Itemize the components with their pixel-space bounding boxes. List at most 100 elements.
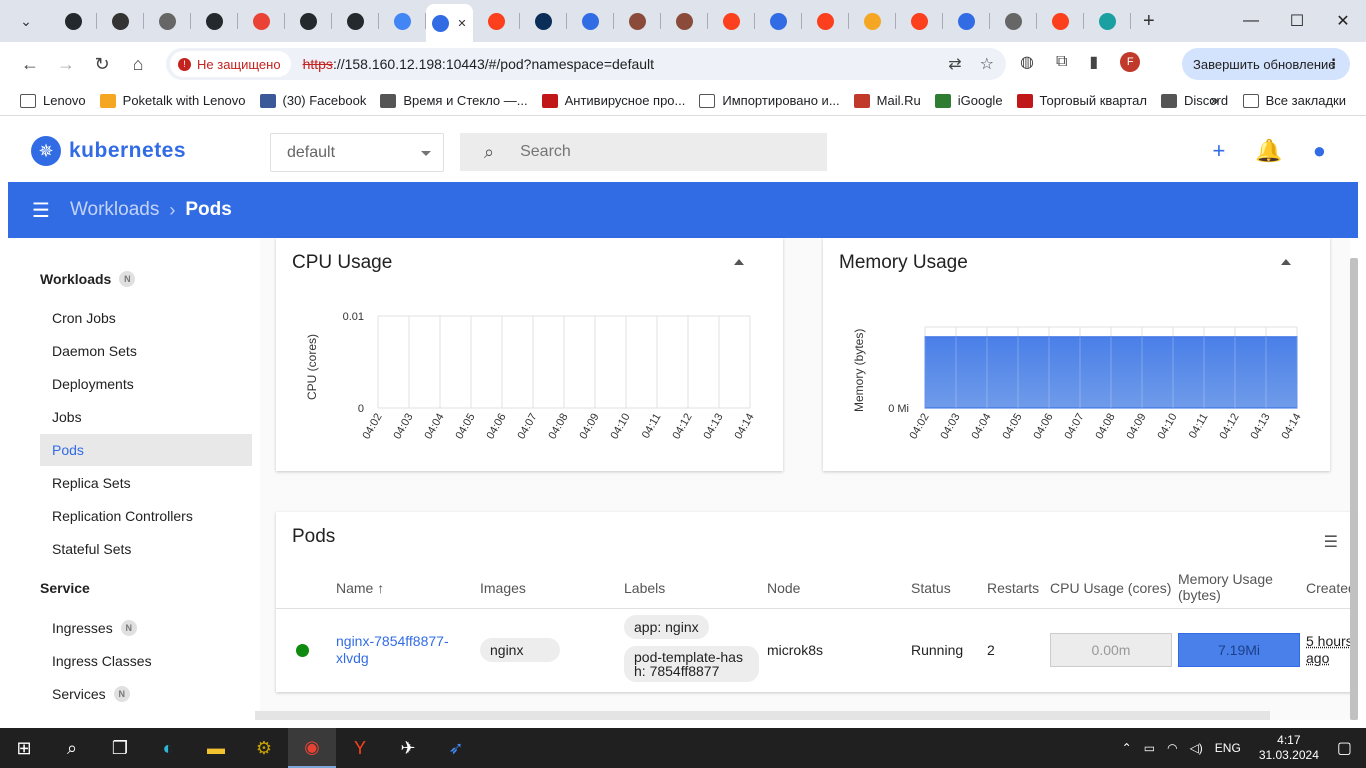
battery-icon[interactable]: ▭ — [1144, 741, 1155, 755]
volume-icon[interactable]: ◁) — [1190, 741, 1203, 755]
ski-icon[interactable]: ➶ — [432, 728, 480, 768]
browser-tab[interactable] — [332, 0, 379, 42]
update-button[interactable]: Завершить обновление ⋮ — [1182, 48, 1350, 80]
bookmark-item[interactable]: Mail.Ru — [853, 93, 921, 108]
bookmark-star-icon[interactable]: ☆ — [980, 54, 994, 74]
explorer-icon[interactable]: ▬ — [192, 728, 240, 768]
browser-tab[interactable] — [567, 0, 614, 42]
edge-icon[interactable]: ◐ — [144, 728, 192, 768]
close-window-button[interactable]: ✕ — [1320, 0, 1366, 42]
browser-tab[interactable] — [285, 0, 332, 42]
sidebar-item-ingresses[interactable]: Ingresses N — [40, 612, 252, 644]
sidebar-item-stateful-sets[interactable]: Stateful Sets — [40, 533, 252, 565]
browser-tab[interactable] — [144, 0, 191, 42]
address-bar[interactable]: ! Не защищено https://158.160.12.198:104… — [166, 48, 1006, 80]
vertical-scrollbar[interactable] — [1350, 258, 1358, 720]
brand-name[interactable]: kubernetes — [69, 139, 186, 163]
pod-name-line2[interactable]: xlvdg — [336, 650, 369, 666]
maximize-button[interactable]: ☐ — [1274, 0, 1320, 42]
collapse-caret-icon[interactable] — [734, 259, 744, 265]
tray-chevron-icon[interactable]: ⌃ — [1122, 741, 1132, 755]
language-indicator[interactable]: ENG — [1215, 741, 1241, 755]
translate-icon[interactable]: ⇄ — [948, 54, 961, 74]
account-icon[interactable]: ● — [1313, 140, 1326, 162]
browser-tab[interactable] — [990, 0, 1037, 42]
windows-icon[interactable]: ⊞ — [0, 728, 48, 768]
browser-tab[interactable] — [849, 0, 896, 42]
wifi-icon[interactable]: ◠ — [1167, 741, 1177, 755]
collapse-caret-icon[interactable] — [1281, 259, 1291, 265]
insecure-indicator[interactable]: ! Не защищено — [170, 51, 291, 77]
reload-button[interactable]: ↻ — [84, 54, 120, 75]
side-panel-icon[interactable]: ▮ — [1089, 52, 1098, 72]
sidebar-item-replication-controllers[interactable]: Replication Controllers — [40, 500, 252, 532]
sidebar-item-cron-jobs[interactable]: Cron Jobs — [40, 302, 252, 334]
search-input[interactable] — [520, 143, 801, 161]
new-tab-button[interactable]: + — [1143, 10, 1155, 33]
create-plus-icon[interactable]: + — [1212, 140, 1225, 162]
home-button[interactable]: ⌂ — [120, 54, 156, 75]
satellite-icon[interactable]: ✈ — [384, 728, 432, 768]
browser-tab[interactable] — [97, 0, 144, 42]
sidebar-item-replica-sets[interactable]: Replica Sets — [40, 467, 252, 499]
bookmark-item[interactable]: iGoogle — [934, 93, 1003, 108]
namespace-select[interactable]: default — [270, 133, 444, 172]
tab-search-button[interactable]: ⌄ — [12, 7, 40, 35]
profile-avatar[interactable]: F — [1120, 52, 1141, 72]
sidebar-item-jobs[interactable]: Jobs — [40, 401, 252, 433]
url-text[interactable]: https://158.160.12.198:10443/#/pod?names… — [303, 56, 654, 72]
kubernetes-logo-icon[interactable]: ✵ — [31, 136, 61, 166]
browser-tab[interactable] — [708, 0, 755, 42]
browser-tab[interactable] — [1084, 0, 1131, 42]
sidebar-item-pods[interactable]: Pods — [40, 434, 252, 466]
bookmark-item[interactable]: Lenovo — [20, 93, 86, 108]
bookmark-item[interactable]: Импортировано и... — [699, 93, 840, 108]
bookmark-item[interactable]: Время и Стекло —... — [380, 93, 528, 108]
browser-tab[interactable]: ✕ — [426, 4, 473, 42]
minimize-button[interactable]: — — [1228, 0, 1274, 42]
column-created[interactable]: Created — [1306, 580, 1356, 596]
browser-tab[interactable] — [755, 0, 802, 42]
yandex-browser-icon[interactable]: Y — [336, 728, 384, 768]
browser-tab[interactable] — [1037, 0, 1084, 42]
menu-hamburger-icon[interactable]: ☰ — [32, 198, 50, 223]
pod-name-line1[interactable]: nginx-7854ff8877- — [336, 633, 449, 649]
browser-tab[interactable] — [661, 0, 708, 42]
pod-name-link[interactable]: nginx-7854ff8877- xlvdg — [336, 633, 449, 667]
back-button[interactable]: ← — [12, 54, 48, 75]
more-bookmarks-icon[interactable]: » — [1210, 92, 1218, 109]
horizontal-scrollbar[interactable] — [255, 711, 1270, 720]
column-name[interactable]: Name ↑ — [336, 580, 384, 596]
task-view-icon[interactable]: ❐ — [96, 728, 144, 768]
sidebar-section-service[interactable]: Service — [40, 580, 90, 596]
close-tab-icon[interactable]: ✕ — [457, 17, 466, 30]
browser-tab[interactable] — [473, 0, 520, 42]
filter-icon[interactable]: ☰ — [1324, 532, 1338, 552]
sidebar-item-deployments[interactable]: Deployments — [40, 368, 252, 400]
search-icon[interactable]: ⌕ — [48, 728, 96, 768]
notifications-icon[interactable]: ▢ — [1337, 738, 1352, 758]
bookmark-item[interactable]: Торговый квартал — [1016, 93, 1147, 108]
network-app-icon[interactable]: ⚙ — [240, 728, 288, 768]
browser-tab[interactable] — [896, 0, 943, 42]
bookmark-item[interactable]: Антивирусное про... — [541, 93, 685, 108]
sidebar-item-services[interactable]: Services N — [40, 678, 252, 710]
notifications-bell-icon[interactable]: 🔔 — [1255, 140, 1282, 162]
browser-tab[interactable] — [379, 0, 426, 42]
extensions-puzzle-icon[interactable]: ⧉ — [1056, 53, 1067, 71]
globe-extension-icon[interactable]: ◍ — [1020, 52, 1034, 72]
browser-tab[interactable] — [802, 0, 849, 42]
chrome-icon[interactable]: ◉ — [288, 728, 336, 768]
breadcrumb-workloads[interactable]: Workloads — [70, 199, 159, 221]
search-box[interactable]: ⌕ — [460, 133, 827, 171]
browser-tab[interactable] — [943, 0, 990, 42]
sidebar-item-daemon-sets[interactable]: Daemon Sets — [40, 335, 252, 367]
sidebar-item-ingress-classes[interactable]: Ingress Classes — [40, 645, 252, 677]
browser-tab[interactable] — [238, 0, 285, 42]
sidebar-section-workloads[interactable]: Workloads N — [40, 271, 136, 287]
browser-tab[interactable] — [50, 0, 97, 42]
browser-tab[interactable] — [191, 0, 238, 42]
browser-tab[interactable] — [520, 0, 567, 42]
all-bookmarks-button[interactable]: Все закладки — [1242, 93, 1346, 108]
clock[interactable]: 4:17 31.03.2024 — [1259, 733, 1319, 763]
